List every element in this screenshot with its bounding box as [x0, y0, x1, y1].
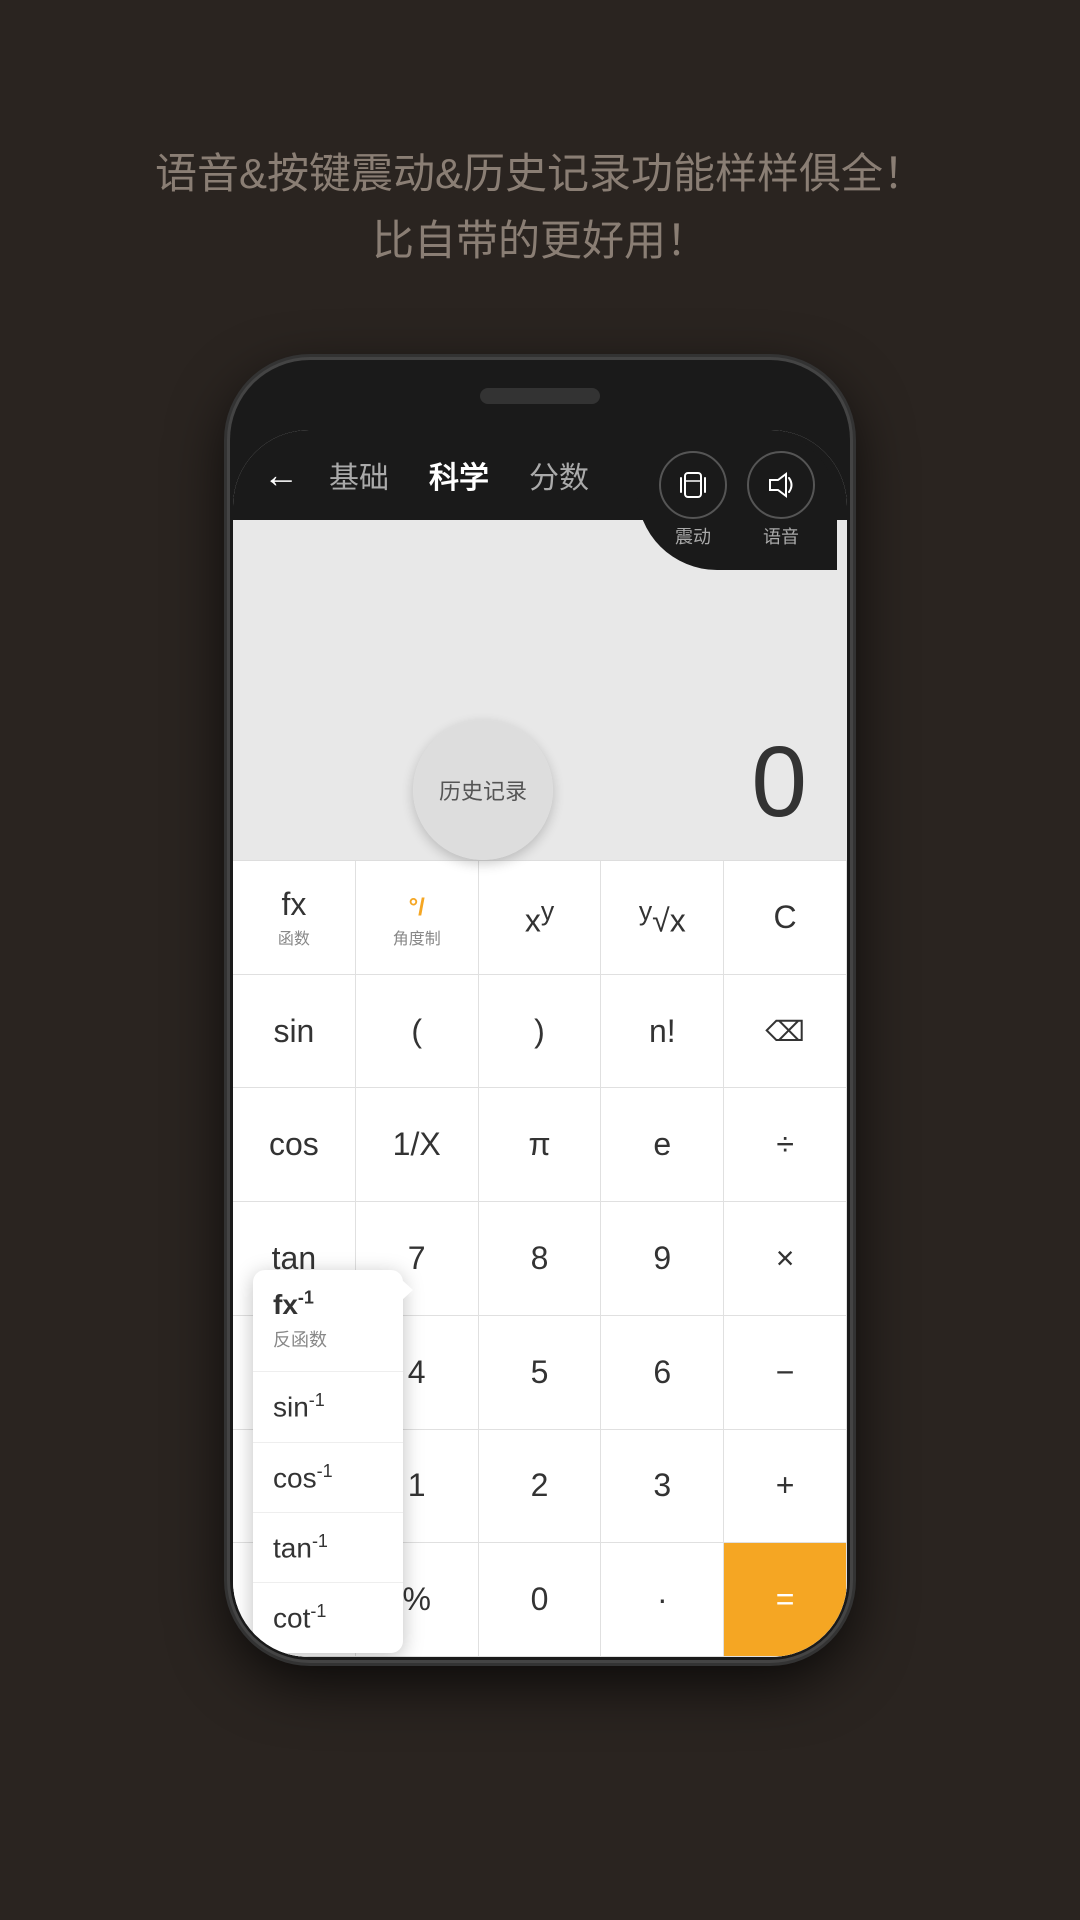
tab-science[interactable]: 科学 — [429, 453, 489, 497]
key-label: % — [402, 1581, 430, 1618]
popup-item-2[interactable]: cos-1 — [253, 1443, 403, 1513]
key-5-4-2[interactable]: 5 — [479, 1316, 602, 1430]
key-1X-2-1[interactable]: 1/X — [356, 1088, 479, 1202]
popup-item-0[interactable]: fx-1反函数 — [253, 1270, 403, 1372]
key-cos-2-0[interactable]: cos — [233, 1088, 356, 1202]
key-label: C — [774, 899, 797, 936]
key-label: ( — [411, 1013, 422, 1050]
key-label: · — [657, 1581, 668, 1618]
key-label: 3 — [653, 1467, 671, 1504]
promo-line1: 语音&按键震动&历史记录功能样样俱全！ — [60, 140, 1020, 207]
key-label: π — [528, 1126, 550, 1163]
key-label: 1/X — [393, 1126, 441, 1163]
key-n-1-3[interactable]: n! — [601, 975, 724, 1089]
key-sublabel: 角度制 — [393, 925, 441, 949]
key-label: fx — [281, 886, 306, 923]
history-label: 历史记录 — [439, 774, 527, 806]
key-label: 1 — [408, 1467, 426, 1504]
key--3-4[interactable]: × — [724, 1202, 847, 1316]
back-button[interactable]: ← — [263, 454, 299, 496]
popup-menu: fx-1反函数sin-1cos-1tan-1cot-1 — [253, 1270, 403, 1653]
top-overlay: 震动 语音 — [637, 430, 837, 570]
key-label: sin — [273, 1013, 314, 1050]
key-x-0-3[interactable]: y√x — [601, 861, 724, 975]
key--1-4[interactable]: ⌫ — [724, 975, 847, 1089]
key--1-2[interactable]: ) — [479, 975, 602, 1089]
key-sublabel: 函数 — [278, 925, 310, 949]
sound-label: 语音 — [763, 523, 799, 549]
key-label: ) — [534, 1013, 545, 1050]
key--6-4[interactable]: = — [724, 1543, 847, 1657]
sound-button[interactable]: 语音 — [747, 451, 815, 549]
key-label: 4 — [408, 1354, 426, 1391]
key-label: °/ — [409, 886, 425, 923]
key-label: e — [653, 1126, 671, 1163]
key-label: 2 — [531, 1467, 549, 1504]
key-label: × — [776, 1240, 795, 1277]
key-C-0-4[interactable]: C — [724, 861, 847, 975]
key-label: − — [776, 1354, 795, 1391]
key-x-0-2[interactable]: xy — [479, 861, 602, 975]
key--0-1[interactable]: °/角度制 — [356, 861, 479, 975]
key-label: xy — [525, 896, 554, 940]
popup-item-1[interactable]: sin-1 — [253, 1372, 403, 1442]
key-label: ⌫ — [765, 1015, 805, 1048]
phone-screen: ← 基础 科学 分数 震动 — [233, 430, 847, 1657]
tab-basic[interactable]: 基础 — [329, 453, 389, 497]
key-label: = — [776, 1581, 795, 1618]
key-3-5-3[interactable]: 3 — [601, 1430, 724, 1544]
key-label: cos — [269, 1126, 319, 1163]
key--2-2[interactable]: π — [479, 1088, 602, 1202]
key-6-4-3[interactable]: 6 — [601, 1316, 724, 1430]
key-sin-1-0[interactable]: sin — [233, 975, 356, 1089]
key-e-2-3[interactable]: e — [601, 1088, 724, 1202]
popup-tail — [391, 1270, 413, 1310]
sound-icon — [747, 451, 815, 519]
key-label: 0 — [531, 1581, 549, 1618]
popup-item-3[interactable]: tan-1 — [253, 1513, 403, 1583]
vibrate-label: 震动 — [675, 523, 711, 549]
key-label: 6 — [653, 1354, 671, 1391]
promo-text: 语音&按键震动&历史记录功能样样俱全！ 比自带的更好用！ — [0, 140, 1080, 274]
key-label: + — [776, 1467, 795, 1504]
tab-fraction[interactable]: 分数 — [529, 453, 589, 497]
key-2-5-2[interactable]: 2 — [479, 1430, 602, 1544]
key-label: y√x — [639, 896, 686, 940]
display-value: 0 — [751, 725, 807, 840]
key-label: n! — [649, 1013, 676, 1050]
key--4-4[interactable]: − — [724, 1316, 847, 1430]
key--5-4[interactable]: + — [724, 1430, 847, 1544]
popup-item-4[interactable]: cot-1 — [253, 1583, 403, 1652]
key-8-3-2[interactable]: 8 — [479, 1202, 602, 1316]
phone-speaker — [480, 388, 600, 404]
key--2-4[interactable]: ÷ — [724, 1088, 847, 1202]
key-fx-0-0[interactable]: fx函数 — [233, 861, 356, 975]
phone-frame: ← 基础 科学 分数 震动 — [230, 360, 850, 1660]
vibrate-icon — [659, 451, 727, 519]
key-label: 5 — [531, 1354, 549, 1391]
key--1-1[interactable]: ( — [356, 975, 479, 1089]
key-0-6-2[interactable]: 0 — [479, 1543, 602, 1657]
key-9-3-3[interactable]: 9 — [601, 1202, 724, 1316]
history-button[interactable]: 历史记录 — [413, 720, 553, 860]
key-label: 8 — [531, 1240, 549, 1277]
key-label: ÷ — [776, 1126, 794, 1163]
key-label: 9 — [653, 1240, 671, 1277]
promo-line2: 比自带的更好用！ — [60, 207, 1020, 274]
vibrate-button[interactable]: 震动 — [659, 451, 727, 549]
key--6-3[interactable]: · — [601, 1543, 724, 1657]
